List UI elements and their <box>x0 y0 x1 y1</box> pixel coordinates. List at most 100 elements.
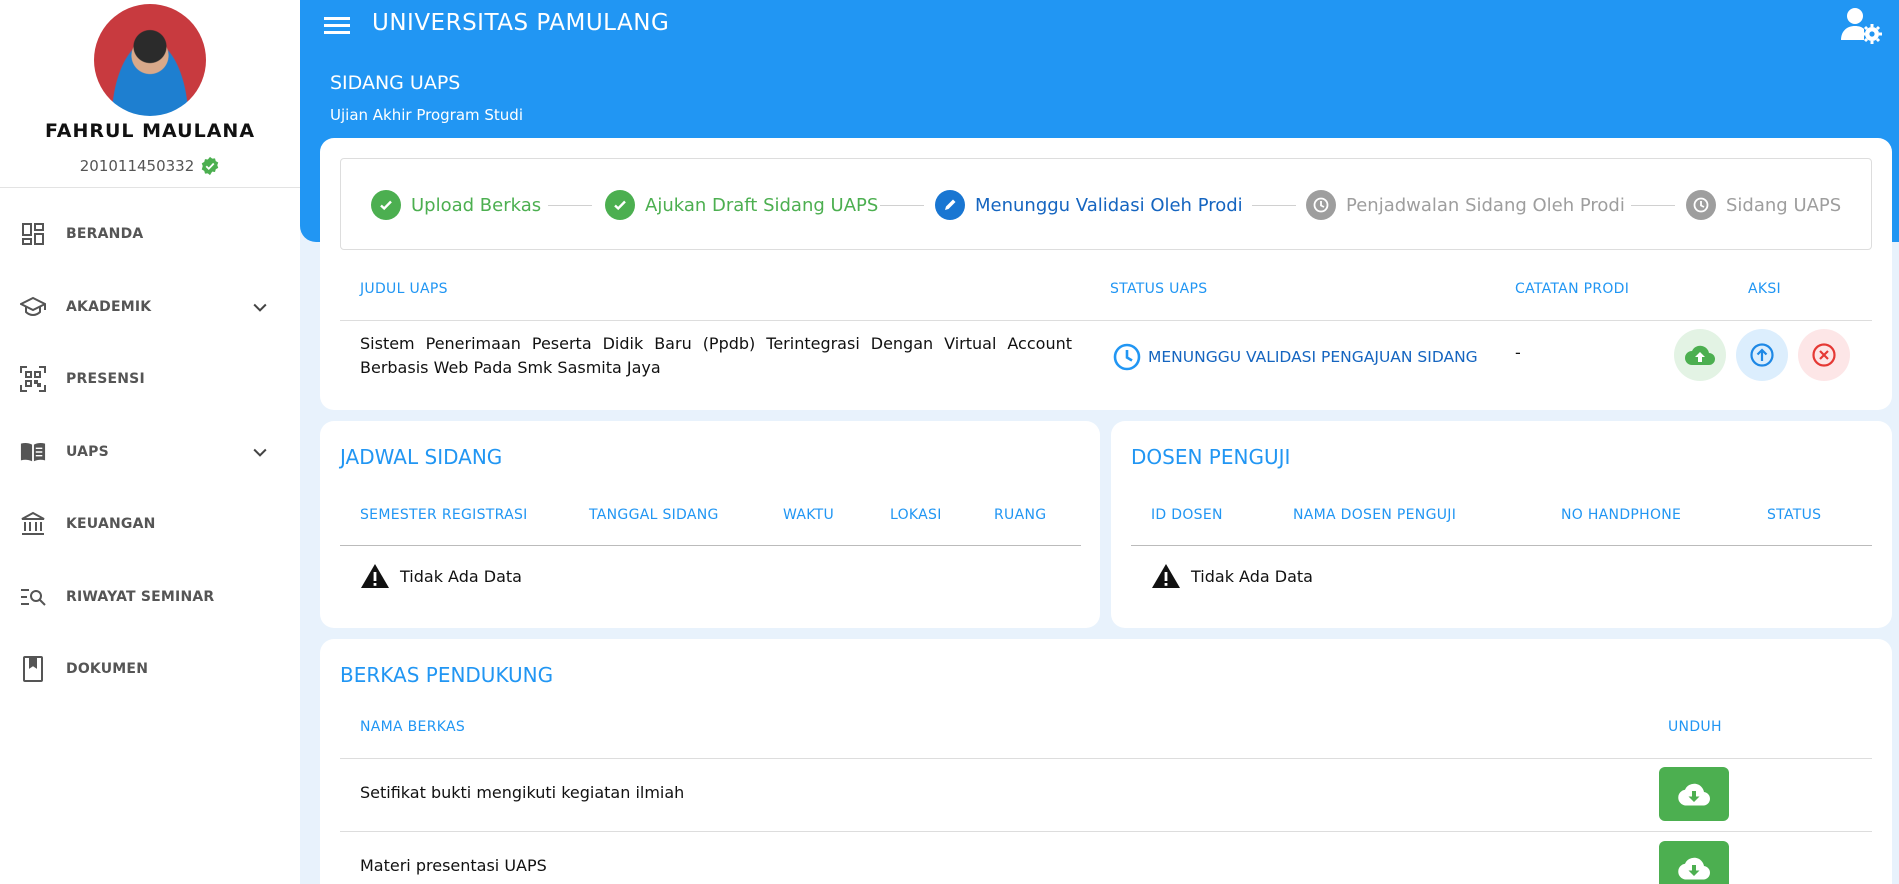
profile-name: FAHRUL MAULANA <box>44 120 256 142</box>
cloud-download-icon <box>1678 857 1710 880</box>
profile-section: FAHRUL MAULANA 201011450332 <box>0 0 300 188</box>
sidebar-item-label: RIWAYAT SEMINAR <box>66 588 215 605</box>
step-connector <box>880 205 924 206</box>
table-divider <box>1131 545 1872 546</box>
step-label: Menunggu Validasi Oleh Prodi <box>975 194 1243 216</box>
clock-icon <box>1686 190 1716 220</box>
sidebar-item-label: UAPS <box>66 443 109 460</box>
sidebar-item-akademik[interactable]: AKADEMIK <box>0 271 300 344</box>
column-header: LOKASI <box>890 507 942 523</box>
progress-stepper: Upload Berkas Ajukan Draft Sidang UAPS M… <box>340 158 1872 250</box>
verified-badge-icon <box>202 156 219 176</box>
warning-icon <box>1152 564 1180 588</box>
avatar[interactable] <box>94 4 206 116</box>
column-header-status: STATUS UAPS <box>1110 281 1208 297</box>
status-badge: MENUNGGU VALIDASI PENGAJUAN SIDANG <box>1112 342 1478 372</box>
clock-icon <box>1306 190 1336 220</box>
sidebar-item-label: BERANDA <box>66 226 144 243</box>
step-menunggu-validasi: Menunggu Validasi Oleh Prodi <box>935 159 1243 251</box>
uaps-judul: Sistem Penerimaan Peserta Didik Baru (Pp… <box>360 334 1072 377</box>
user-settings-icon[interactable] <box>1839 6 1883 44</box>
check-icon <box>371 190 401 220</box>
bank-icon <box>20 511 46 537</box>
arrow-up-circle-icon <box>1750 343 1774 367</box>
clock-icon <box>1113 343 1141 371</box>
column-header: WAKTU <box>783 507 835 523</box>
berkas-pendukung-card: BERKAS PENDUKUNG NAMA BERKAS UNDUH Setif… <box>320 639 1892 884</box>
column-header: NAMA DOSEN PENGUJI <box>1293 507 1457 523</box>
status-text: MENUNGGU VALIDASI PENGAJUAN SIDANG <box>1148 348 1478 366</box>
column-header: SEMESTER REGISTRASI <box>360 507 528 523</box>
berkas-name: Setifikat bukti mengikuti kegiatan ilmia… <box>360 783 685 802</box>
qr-code-icon <box>20 366 46 393</box>
graduation-cap-icon <box>20 294 46 320</box>
berkas-name: Materi presentasi UAPS <box>360 856 547 875</box>
step-upload-berkas: Upload Berkas <box>371 159 541 251</box>
step-sidang-uaps: Sidang UAPS <box>1686 159 1841 251</box>
sidebar-nav: BERANDA AKADEMIK PRESENSI UAPS KEUANGAN … <box>0 198 300 706</box>
uaps-status-card: Upload Berkas Ajukan Draft Sidang UAPS M… <box>320 138 1892 410</box>
chevron-down-icon[interactable] <box>250 442 270 462</box>
table-divider <box>340 545 1081 546</box>
sidebar-item-presensi[interactable]: PRESENSI <box>0 343 300 416</box>
step-ajukan-draft: Ajukan Draft Sidang UAPS <box>605 159 878 251</box>
bookmark-book-icon <box>20 656 46 683</box>
sidebar-item-label: AKADEMIK <box>66 298 152 315</box>
page-subtitle: Ujian Akhir Program Studi <box>330 106 523 124</box>
cancel-pengajuan-button[interactable] <box>1798 329 1850 381</box>
sidebar-item-keuangan[interactable]: KEUANGAN <box>0 488 300 561</box>
table-divider <box>340 758 1872 759</box>
empty-state: Tidak Ada Data <box>1151 563 1313 589</box>
column-header: ID DOSEN <box>1151 507 1223 523</box>
column-header: RUANG <box>994 507 1047 523</box>
profile-nim-row: 201011450332 <box>0 156 300 176</box>
step-connector <box>1252 205 1296 206</box>
empty-text: Tidak Ada Data <box>1191 566 1313 586</box>
sidebar-item-label: PRESENSI <box>66 371 145 388</box>
column-header-catatan: CATATAN PRODI <box>1515 281 1630 297</box>
chevron-down-icon[interactable] <box>250 297 270 317</box>
card-title: JADWAL SIDANG <box>340 445 503 469</box>
table-divider <box>340 831 1872 832</box>
sidebar-item-beranda[interactable]: BERANDA <box>0 198 300 271</box>
submit-sidang-button[interactable] <box>1736 329 1788 381</box>
upload-berkas-button[interactable] <box>1674 329 1726 381</box>
step-penjadwalan: Penjadwalan Sidang Oleh Prodi <box>1306 159 1625 251</box>
sidebar-item-riwayat-seminar[interactable]: RIWAYAT SEMINAR <box>0 561 300 634</box>
empty-state: Tidak Ada Data <box>360 563 522 589</box>
sidebar-item-dokumen[interactable]: DOKUMEN <box>0 633 300 706</box>
step-label: Upload Berkas <box>411 194 542 216</box>
column-header: STATUS <box>1767 507 1822 523</box>
card-title: BERKAS PENDUKUNG <box>340 663 554 687</box>
dashboard-icon <box>20 221 46 247</box>
column-header-aksi: AKSI <box>1748 281 1781 297</box>
catatan-prodi-value: - <box>1515 343 1521 362</box>
dosen-penguji-card: DOSEN PENGUJI ID DOSEN NAMA DOSEN PENGUJ… <box>1111 421 1892 628</box>
hamburger-menu-icon[interactable] <box>324 14 350 36</box>
sidebar: FAHRUL MAULANA 201011450332 BERANDA AKAD… <box>0 0 300 884</box>
close-circle-icon <box>1812 343 1836 367</box>
table-divider <box>340 320 1872 321</box>
card-title: DOSEN PENGUJI <box>1131 445 1291 469</box>
step-label: Sidang UAPS <box>1726 194 1842 216</box>
column-header-unduh: UNDUH <box>1668 719 1722 735</box>
download-button[interactable] <box>1659 767 1729 821</box>
list-search-icon <box>20 584 46 610</box>
step-label: Penjadwalan Sidang Oleh Prodi <box>1346 194 1625 216</box>
sidebar-item-uaps[interactable]: UAPS <box>0 416 300 489</box>
app-title: UNIVERSITAS PAMULANG <box>372 10 670 36</box>
download-button[interactable] <box>1659 841 1729 884</box>
column-header: NO HANDPHONE <box>1561 507 1682 523</box>
step-connector <box>1631 205 1675 206</box>
step-connector <box>548 205 592 206</box>
profile-nim: 201011450332 <box>79 157 195 175</box>
jadwal-sidang-card: JADWAL SIDANG SEMESTER REGISTRASI TANGGA… <box>320 421 1100 628</box>
sidebar-item-label: KEUANGAN <box>66 516 156 533</box>
cloud-download-icon <box>1678 783 1710 806</box>
column-header-nama-berkas: NAMA BERKAS <box>360 719 466 735</box>
pencil-icon <box>935 190 965 220</box>
page-title: SIDANG UAPS <box>330 72 461 94</box>
sidebar-item-label: DOKUMEN <box>66 661 149 678</box>
book-open-icon <box>20 439 46 465</box>
check-icon <box>605 190 635 220</box>
